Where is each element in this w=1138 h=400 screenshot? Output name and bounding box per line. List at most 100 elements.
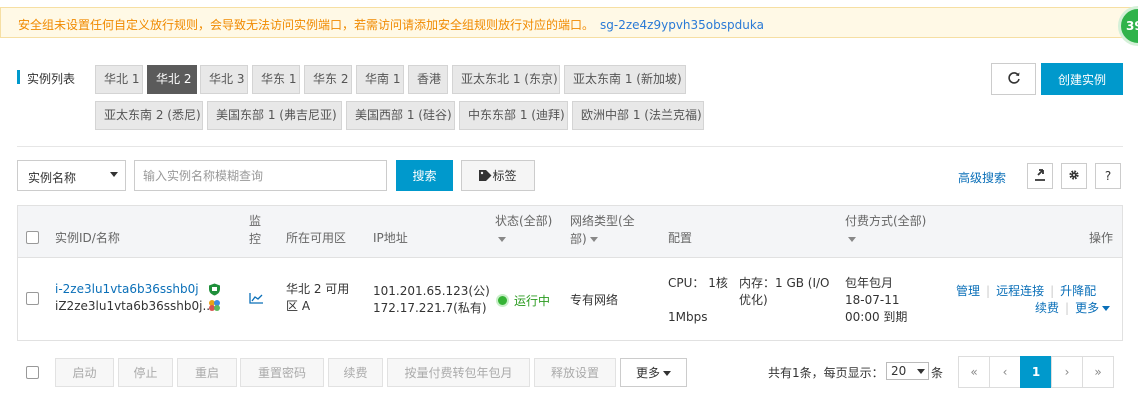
header-id-name: 实例ID/名称 xyxy=(55,231,120,245)
reset-password-button[interactable]: 重置密码 xyxy=(240,358,324,387)
region-tab-cn-east-1[interactable]: 华东 1 xyxy=(252,65,300,94)
pager-page-1[interactable]: 1 xyxy=(1020,356,1052,388)
help-button[interactable]: ? xyxy=(1095,163,1121,189)
pager-last[interactable]: » xyxy=(1082,356,1114,388)
config-cpu: CPU： 1核 xyxy=(668,276,728,290)
region-tab-cn-south-1[interactable]: 华南 1 xyxy=(356,65,404,94)
billing-type: 包年包月 xyxy=(845,276,894,290)
title-accent-bar xyxy=(17,70,20,84)
export-icon xyxy=(1035,169,1045,181)
header-zone: 所在可用区 xyxy=(286,231,347,245)
create-instance-button[interactable]: 创建实例 xyxy=(1041,63,1123,95)
monitor-chart-icon[interactable] xyxy=(249,292,264,304)
separator: | xyxy=(1065,301,1070,315)
region-tab-us-west-1[interactable]: 美国西部 1 (硅谷) xyxy=(346,101,455,130)
security-warning-banner: 安全组未设置任何自定义放行规则，会导致无法访问实例端口，若需访问请添加安全组规则… xyxy=(0,7,1138,38)
header-status-label: 状态(全部) xyxy=(495,214,553,228)
filter-caret-icon xyxy=(498,237,506,242)
page-size-select[interactable]: 20 xyxy=(886,362,929,380)
row-checkbox[interactable] xyxy=(26,292,39,305)
more-actions-label: 更多 xyxy=(1075,301,1100,315)
private-ip: 172.17.221.7(私有) xyxy=(373,301,487,315)
separator: | xyxy=(1050,284,1055,298)
header-actions: 操作 xyxy=(1089,231,1114,245)
footer-select-all-checkbox[interactable] xyxy=(26,366,39,379)
region-tab-cn-east-2[interactable]: 华东 2 xyxy=(304,65,352,94)
convert-billing-button[interactable]: 按量付费转包年包月 xyxy=(387,358,530,387)
select-all-checkbox[interactable] xyxy=(26,231,39,244)
search-button[interactable]: 搜索 xyxy=(396,160,453,191)
region-tab-ap-northeast-1[interactable]: 亚太东北 1 (东京) xyxy=(452,65,560,94)
row-actions-line2: 续费 | 更多 xyxy=(1035,300,1111,317)
renew-link[interactable]: 续费 xyxy=(1035,301,1059,315)
section-divider xyxy=(17,146,1123,147)
search-field-select-value: 实例名称 xyxy=(28,171,77,185)
filter-caret-icon xyxy=(589,237,598,242)
shield-icon[interactable] xyxy=(208,283,221,296)
more-actions-link[interactable]: 更多 xyxy=(1075,301,1111,315)
more-batch-label: 更多 xyxy=(635,366,660,380)
pager-prev[interactable]: ‹ xyxy=(989,356,1021,388)
region-tab-cn-north-1[interactable]: 华北 1 xyxy=(95,65,143,94)
header-network-filter[interactable]: 网络类型(全部) xyxy=(570,212,640,248)
region-tab-ap-southeast-1[interactable]: 亚太东南 1 (新加坡) xyxy=(564,65,686,94)
chevron-down-icon xyxy=(663,371,671,376)
restart-button[interactable]: 重启 xyxy=(177,358,237,387)
pager-first[interactable]: « xyxy=(958,356,990,388)
page-size-unit: 条 xyxy=(931,366,944,380)
status-text: 运行中 xyxy=(514,294,551,308)
search-input[interactable] xyxy=(134,160,387,191)
region-tab-cn-north-3[interactable]: 华北 3 xyxy=(200,65,248,94)
status-badge: 运行中 xyxy=(496,292,550,309)
instance-name: iZ2ze3lu1vta6b36sshb0j... xyxy=(55,299,214,313)
banner-message: 安全组未设置任何自定义放行规则，会导致无法访问实例端口，若需访问请添加安全组规则… xyxy=(18,18,595,32)
config-bandwidth: 1Mbps xyxy=(668,310,708,324)
remote-connect-link[interactable]: 远程连接 xyxy=(996,284,1044,298)
export-button[interactable] xyxy=(1027,163,1053,189)
config-memory: 内存：1 GB (I/O优化) xyxy=(739,276,830,307)
renew-button[interactable]: 续费 xyxy=(328,358,383,387)
page-size-value: 20 xyxy=(891,364,907,378)
release-settings-button[interactable]: 释放设置 xyxy=(534,358,616,387)
chevron-down-icon xyxy=(917,369,925,374)
region-tab-hongkong[interactable]: 香港 xyxy=(408,65,448,94)
region-tab-us-east-1[interactable]: 美国东部 1 (弗吉尼亚) xyxy=(207,101,342,130)
separator: | xyxy=(986,284,991,298)
upgrade-link[interactable]: 升降配 xyxy=(1060,284,1096,298)
more-batch-button[interactable]: 更多 xyxy=(620,358,687,387)
region-tab-me-east-1[interactable]: 中东东部 1 (迪拜) xyxy=(459,101,568,130)
public-ip: 101.201.65.123(公) xyxy=(373,284,490,298)
advanced-search-link[interactable]: 高级搜索 xyxy=(958,169,1006,186)
zone-cell: 华北 2 可用区 A xyxy=(286,282,350,313)
start-button[interactable]: 启动 xyxy=(55,358,114,387)
refresh-button[interactable] xyxy=(991,63,1036,95)
tag-label: 标签 xyxy=(492,169,517,183)
header-billing-filter[interactable]: 付费方式(全部) xyxy=(845,212,935,248)
header-config: 配置 xyxy=(668,231,693,245)
region-tab-eu-central-1[interactable]: 欧洲中部 1 (法兰克福) xyxy=(572,101,704,130)
header-ip: IP地址 xyxy=(373,231,408,245)
search-field-select[interactable]: 实例名称 xyxy=(17,160,126,191)
refresh-icon xyxy=(1007,71,1020,84)
pager-next[interactable]: › xyxy=(1051,356,1083,388)
row-actions-line1: 管理 | 远程连接 | 升降配 xyxy=(956,283,1096,300)
header-monitor: 监控 xyxy=(249,214,262,246)
region-tab-cn-north-2[interactable]: 华北 2 xyxy=(147,65,197,94)
cloud-monitor-icon[interactable] xyxy=(208,299,221,312)
manage-link[interactable]: 管理 xyxy=(956,284,980,298)
filter-caret-icon xyxy=(848,237,856,242)
header-network-label: 网络类型(全部) xyxy=(570,214,635,246)
running-status-icon xyxy=(496,294,509,307)
gear-icon xyxy=(1069,170,1079,180)
stop-button[interactable]: 停止 xyxy=(118,358,173,387)
header-billing-label: 付费方式(全部) xyxy=(845,214,927,228)
security-group-link[interactable]: sg-2ze4z9ypvh35obspduka xyxy=(600,18,764,32)
region-tab-ap-southeast-2[interactable]: 亚太东南 2 (悉尼) xyxy=(95,101,203,130)
tag-button[interactable]: 标签 xyxy=(461,160,535,191)
instance-id-link[interactable]: i-2ze3lu1vta6b36sshb0j xyxy=(55,281,199,298)
header-status-filter[interactable]: 状态(全部) xyxy=(495,212,559,248)
chevron-down-icon xyxy=(110,172,118,177)
tag-icon xyxy=(479,170,492,181)
page-title: 实例列表 xyxy=(27,72,76,86)
settings-button[interactable] xyxy=(1061,163,1087,189)
